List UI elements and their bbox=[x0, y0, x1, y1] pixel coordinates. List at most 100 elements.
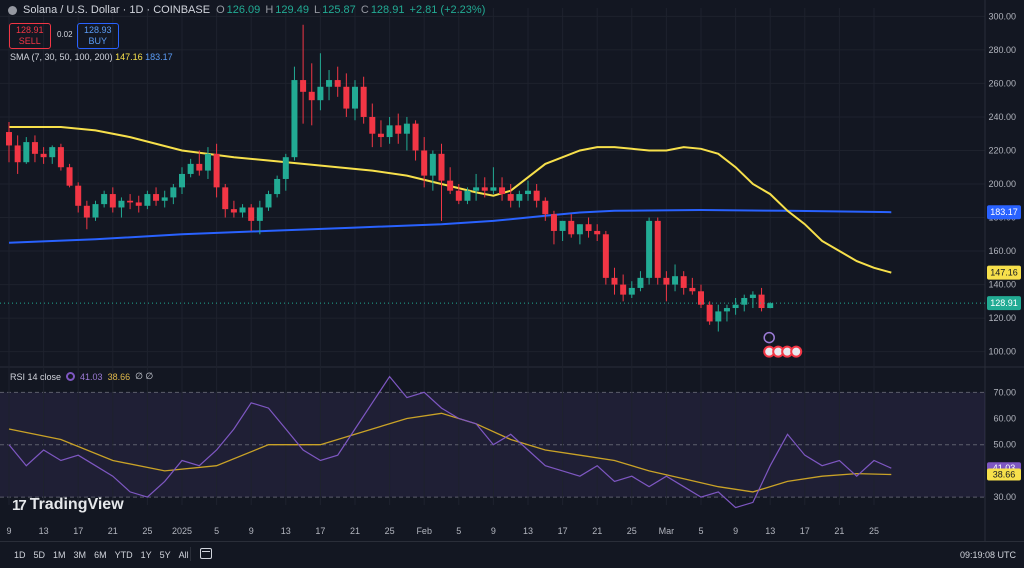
time-tick-label: 21 bbox=[350, 526, 360, 536]
event-flag-icon bbox=[790, 345, 803, 358]
buy-button[interactable]: 128.93 BUY bbox=[77, 23, 119, 49]
time-tick-label: 5 bbox=[214, 526, 219, 536]
timeframe-1y[interactable]: 1Y bbox=[141, 550, 152, 560]
price-tick-label: 140.00 bbox=[988, 280, 1016, 290]
candle-body bbox=[334, 80, 341, 87]
ohlc-readout: O 126.09 H 129.49 L 125.87 C 128.91 +2.81 (+… bbox=[216, 4, 486, 16]
candle-body bbox=[83, 205, 90, 218]
utc-clock[interactable]: 09:19:08 UTC bbox=[960, 550, 1016, 560]
candle-body bbox=[516, 194, 523, 201]
candle-body bbox=[256, 207, 263, 221]
candle-body bbox=[360, 86, 367, 117]
candle-body bbox=[386, 125, 393, 138]
rsi-legend-label: RSI 14 close bbox=[10, 371, 62, 382]
candle-body bbox=[533, 190, 540, 201]
sma-legend-value-1: 147.16 bbox=[115, 52, 143, 62]
candle-body bbox=[602, 234, 609, 278]
price-tick-label: 240.00 bbox=[988, 112, 1016, 122]
candle-body bbox=[248, 207, 255, 221]
rsi-tick-label: 70.00 bbox=[993, 387, 1016, 397]
candle-body bbox=[403, 123, 410, 134]
timeframe-3m[interactable]: 3M bbox=[74, 550, 87, 560]
candle-body bbox=[92, 204, 99, 218]
candle-body bbox=[300, 80, 307, 92]
candle-body bbox=[369, 116, 376, 134]
sell-label: SELL bbox=[18, 36, 41, 46]
candle-body bbox=[455, 190, 462, 201]
sell-button[interactable]: 128.91 SELL bbox=[9, 23, 51, 49]
timeframe-5d[interactable]: 5D bbox=[34, 550, 46, 560]
timeframe-ytd[interactable]: YTD bbox=[115, 550, 133, 560]
candle-body bbox=[542, 200, 549, 215]
time-tick-label: 17 bbox=[315, 526, 325, 536]
rsi-tick-label: 50.00 bbox=[993, 440, 1016, 450]
rsi-legend[interactable]: RSI 14 close 41.03 38.66 ∅ ∅ bbox=[10, 371, 153, 382]
sma-200-price-tag: 183.17 bbox=[990, 207, 1018, 217]
timeframe-5y[interactable]: 5Y bbox=[160, 550, 171, 560]
candle-body bbox=[499, 187, 506, 195]
candle-body bbox=[204, 153, 211, 171]
candle-body bbox=[550, 214, 557, 231]
candle-body bbox=[101, 194, 108, 205]
timeframe-1d[interactable]: 1D bbox=[14, 550, 26, 560]
candle-body bbox=[438, 153, 445, 181]
candle-body bbox=[6, 132, 12, 146]
timeframe-1m[interactable]: 1M bbox=[53, 550, 66, 560]
timeframe-all[interactable]: All bbox=[179, 550, 189, 560]
candle-body bbox=[109, 194, 116, 208]
time-tick-label: 25 bbox=[869, 526, 879, 536]
symbol-title[interactable]: Solana / U.S. Dollar · 1D · COINBASE bbox=[23, 4, 210, 16]
time-tick-label: Mar bbox=[659, 526, 675, 536]
candle-body bbox=[672, 276, 679, 285]
candle-body bbox=[525, 190, 531, 195]
time-tick-label: 21 bbox=[108, 526, 118, 536]
time-tick-label: Feb bbox=[416, 526, 432, 536]
calendar-icon[interactable] bbox=[200, 548, 212, 559]
candle-body bbox=[507, 194, 514, 201]
sell-price: 128.91 bbox=[16, 25, 44, 35]
candle-body bbox=[767, 303, 774, 309]
tradingview-logo[interactable]: 17 TradingView bbox=[12, 496, 124, 514]
candle-body bbox=[308, 91, 315, 101]
candle-body bbox=[144, 194, 151, 206]
solana-icon bbox=[8, 5, 17, 15]
price-tick-label: 300.00 bbox=[988, 11, 1016, 21]
time-tick-label: 17 bbox=[73, 526, 83, 536]
candle-body bbox=[196, 163, 203, 171]
candle-body bbox=[31, 142, 38, 154]
chart-canvas[interactable]: 9 13 17 21 25 2025 5 9 13 17 21 25 Feb 5 9 13 17 21 25 Mar 5… bbox=[0, 0, 1024, 541]
candle-body bbox=[568, 220, 575, 235]
time-tick-label: 13 bbox=[523, 526, 533, 536]
candle-body bbox=[75, 185, 82, 206]
chart-header: Solana / U.S. Dollar · 1D · COINBASE O 12… bbox=[8, 4, 487, 16]
candle-body bbox=[222, 187, 229, 210]
candle-body bbox=[628, 287, 635, 295]
candle-body bbox=[559, 220, 566, 231]
candle-body bbox=[706, 304, 713, 322]
time-tick-label: 17 bbox=[800, 526, 810, 536]
candle-body bbox=[282, 157, 289, 179]
candle-body bbox=[170, 187, 177, 198]
timeframe-6m[interactable]: 6M bbox=[94, 550, 107, 560]
candle-body bbox=[40, 153, 47, 158]
price-tick-label: 280.00 bbox=[988, 45, 1016, 55]
candle-body bbox=[715, 311, 722, 322]
candle-body bbox=[14, 145, 21, 163]
candle-body bbox=[585, 224, 592, 231]
rsi-legend-value-2: 38.66 bbox=[107, 371, 131, 382]
time-tick-label: 21 bbox=[592, 526, 602, 536]
candle-body bbox=[274, 178, 281, 195]
sma-legend[interactable]: SMA (7, 30, 50, 100, 200) 147.16 183.17 bbox=[10, 52, 173, 62]
sma-fast-price-tag: 147.16 bbox=[990, 268, 1018, 278]
candle-body bbox=[230, 209, 237, 213]
candle-body bbox=[723, 308, 730, 312]
rsi-legend-value-1: 41.03 bbox=[80, 371, 103, 382]
time-tick-label: 25 bbox=[385, 526, 395, 536]
candle-body bbox=[490, 187, 497, 191]
bottom-toolbar: 1D 5D 1M 3M 6M YTD 1Y 5Y All 09:19:08 UT… bbox=[0, 541, 1024, 568]
candle-body bbox=[66, 167, 73, 186]
open-value: 126.09 bbox=[226, 4, 261, 16]
candle-body bbox=[481, 187, 488, 191]
buy-label: BUY bbox=[88, 36, 108, 46]
candle-body bbox=[646, 220, 653, 278]
